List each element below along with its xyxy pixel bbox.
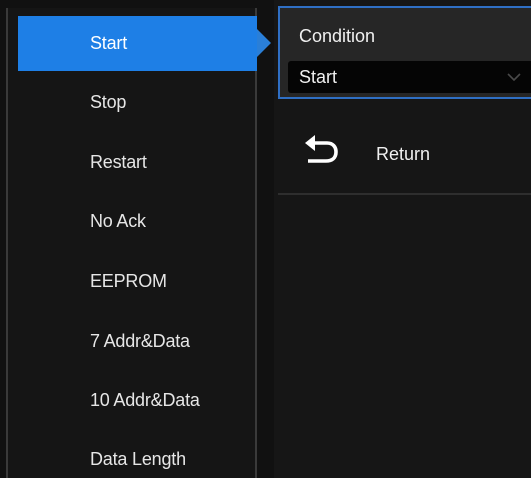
return-label: Return <box>376 144 431 164</box>
menu-item-restart[interactable]: Restart <box>18 135 257 190</box>
condition-value: Start <box>299 66 338 87</box>
menu-item-label: Restart <box>90 152 147 172</box>
menu-item-7-addr-data[interactable]: 7 Addr&Data <box>18 314 257 369</box>
condition-label: Condition <box>299 26 376 46</box>
return-arrow-icon <box>305 135 338 163</box>
menu-item-label: Stop <box>90 92 127 112</box>
menu-item-label: 10 Addr&Data <box>90 390 200 410</box>
menu-item-data-length[interactable]: Data Length <box>18 432 257 478</box>
menu-item-stop[interactable]: Stop <box>18 75 257 130</box>
condition-list: Start Stop Restart No Ack EEPROM 7 Addr&… <box>6 8 257 478</box>
return-button[interactable]: Return <box>278 109 531 195</box>
chevron-down-icon <box>507 73 521 82</box>
menu-item-no-ack[interactable]: No Ack <box>18 194 257 249</box>
condition-settings-panel: Condition Start Return <box>274 0 531 478</box>
menu-item-start[interactable]: Start <box>18 16 257 71</box>
menu-item-label: Start <box>90 33 128 53</box>
menu-item-10-addr-data[interactable]: 10 Addr&Data <box>18 373 257 428</box>
menu-item-label: EEPROM <box>90 271 167 291</box>
condition-select[interactable]: Start <box>288 61 531 93</box>
condition-menu-window: Start Stop Restart No Ack EEPROM 7 Addr&… <box>0 0 531 478</box>
menu-item-label: 7 Addr&Data <box>90 331 190 351</box>
menu-item-label: No Ack <box>90 211 146 231</box>
menu-item-label: Data Length <box>90 449 186 469</box>
selection-pointer-icon <box>257 29 271 57</box>
condition-field: Condition Start <box>278 6 531 99</box>
menu-item-eeprom[interactable]: EEPROM <box>18 254 257 309</box>
